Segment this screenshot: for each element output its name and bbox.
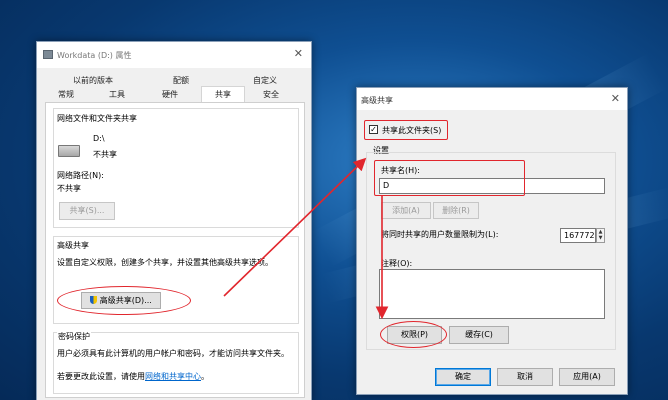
user-limit-spinner[interactable]: ▲ ▼ bbox=[596, 228, 605, 243]
comment-label: 注释(O): bbox=[381, 259, 413, 268]
advanced-sharing-title: 高级共享 bbox=[361, 96, 393, 105]
apply-button[interactable]: 应用(A) bbox=[559, 368, 615, 386]
cache-button[interactable]: 缓存(C) bbox=[449, 326, 509, 344]
close-icon[interactable]: ✕ bbox=[611, 92, 620, 105]
tab-general[interactable]: 常规 bbox=[47, 89, 85, 103]
network-share-header: 网络文件和文件夹共享 bbox=[57, 114, 137, 123]
network-sharing-center-link[interactable]: 网络和共享中心 bbox=[145, 372, 201, 381]
comment-input[interactable] bbox=[379, 269, 605, 319]
highlight-share-folder bbox=[364, 120, 448, 140]
share-button[interactable]: 共享(S)... bbox=[59, 202, 115, 220]
drive-name: D:\ bbox=[93, 134, 105, 143]
user-limit-label: 将同时共享的用户数量限制为(L): bbox=[381, 230, 499, 239]
properties-titlebar: Workdata (D:) 属性 ✕ bbox=[37, 42, 311, 68]
drive-icon bbox=[43, 50, 53, 59]
password-protection-description: 用户必须具有此计算机的用户帐户和密码，才能访问共享文件夹。 bbox=[57, 349, 289, 358]
add-button[interactable]: 添加(A) bbox=[381, 202, 431, 219]
properties-title: Workdata (D:) 属性 bbox=[57, 51, 132, 60]
tab-security[interactable]: 安全 bbox=[249, 89, 293, 103]
close-icon[interactable]: ✕ bbox=[294, 47, 303, 60]
tab-tools[interactable]: 工具 bbox=[95, 89, 139, 103]
ok-button[interactable]: 确定 bbox=[435, 368, 491, 386]
drive-icon bbox=[58, 145, 80, 157]
tab-previous-versions[interactable]: 以前的版本 bbox=[47, 75, 139, 88]
highlight-share-name bbox=[374, 160, 525, 196]
user-limit-input[interactable]: 167772 bbox=[560, 228, 596, 243]
highlight-advanced-share bbox=[57, 286, 191, 315]
password-change-text: 若要更改此设置，请使用网络和共享中心。 bbox=[57, 371, 209, 382]
advanced-sharing-dialog: 高级共享 ✕ ✓ 共享此文件夹(S) 设置 共享名(H): D 添加(A) 删除… bbox=[356, 87, 628, 395]
password-protection-header: 密码保护 bbox=[57, 331, 91, 342]
cancel-button[interactable]: 取消 bbox=[497, 368, 553, 386]
highlight-permissions bbox=[380, 321, 447, 348]
properties-dialog: Workdata (D:) 属性 ✕ 以前的版本 配额 自定义 常规 工具 硬件… bbox=[36, 41, 312, 400]
advanced-share-header: 高级共享 bbox=[57, 241, 89, 250]
password-change-suffix: 。 bbox=[201, 372, 209, 381]
network-path-label: 网络路径(N): bbox=[57, 171, 104, 180]
tab-hardware[interactable]: 硬件 bbox=[147, 89, 193, 103]
tab-sharing[interactable]: 共享 bbox=[201, 86, 245, 103]
remove-button[interactable]: 删除(R) bbox=[433, 202, 479, 219]
share-status: 不共享 bbox=[93, 150, 117, 159]
advanced-sharing-titlebar: 高级共享 ✕ bbox=[357, 88, 627, 110]
network-path-value: 不共享 bbox=[57, 184, 81, 193]
password-change-prefix: 若要更改此设置，请使用 bbox=[57, 372, 145, 381]
advanced-share-description: 设置自定义权限，创建多个共享，并设置其他高级共享选项。 bbox=[57, 258, 273, 267]
